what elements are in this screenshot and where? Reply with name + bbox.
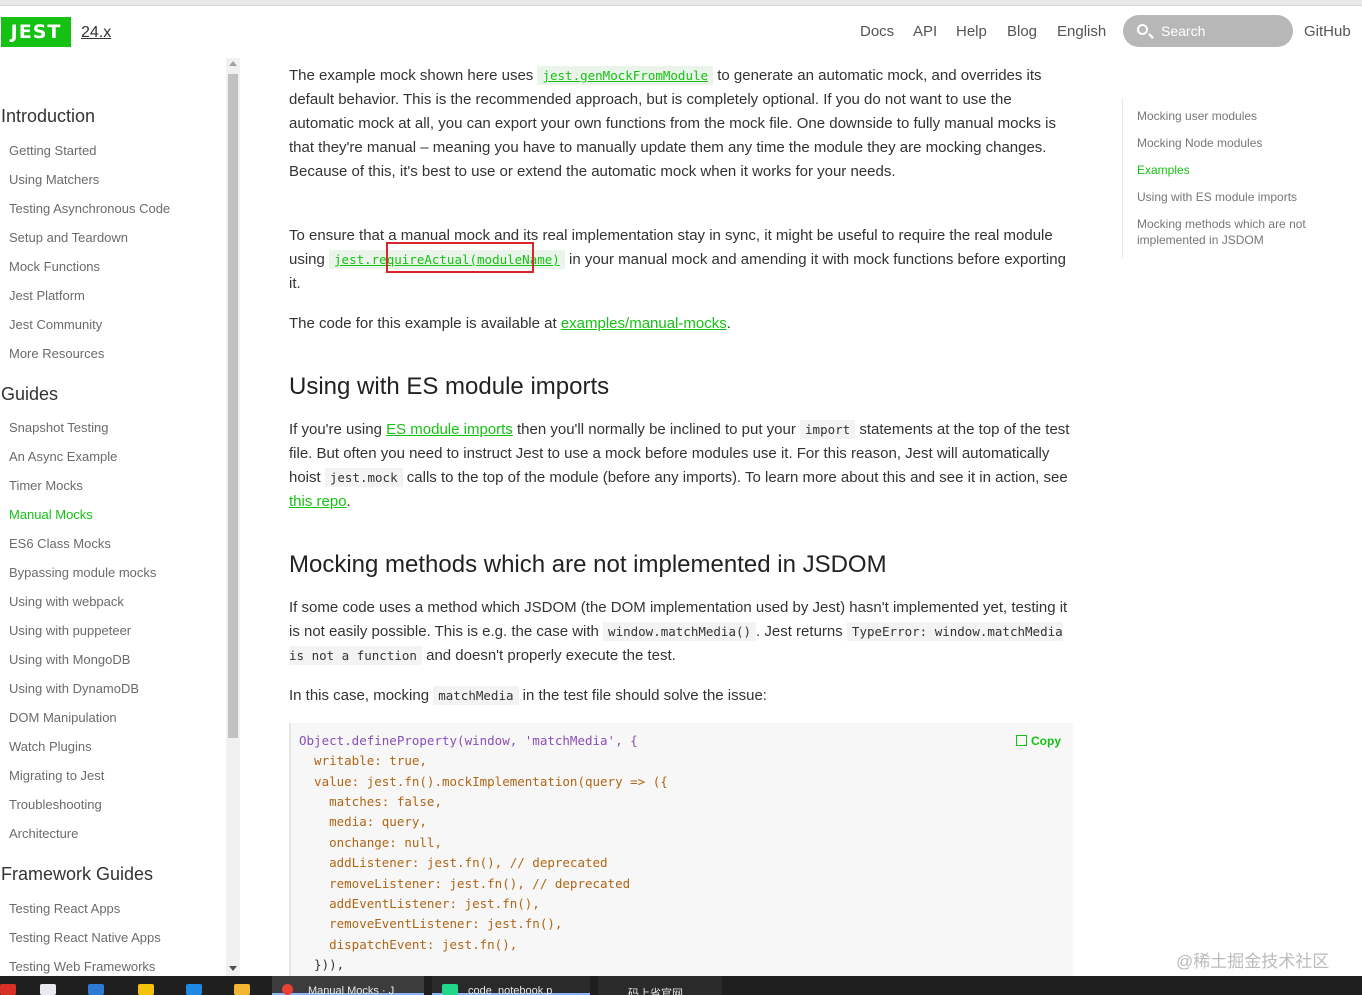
version-link[interactable]: 24.x <box>81 24 111 42</box>
sidebar-item[interactable]: ES6 Class Mocks <box>9 536 111 551</box>
toc-item[interactable]: Mocking methods which are not implemente… <box>1137 216 1327 248</box>
sidebar-item[interactable]: Jest Platform <box>9 288 85 303</box>
jest-logo[interactable]: JEST <box>1 17 71 47</box>
link-this-repo[interactable]: this repo <box>289 493 347 510</box>
sidebar-item[interactable]: More Resources <box>9 346 104 361</box>
toc-item[interactable]: Mocking user modules <box>1137 108 1327 124</box>
sidebar-item[interactable]: Using with MongoDB <box>9 652 130 667</box>
sidebar-item[interactable]: DOM Manipulation <box>9 710 117 725</box>
code-line: addListener: jest.fn(), // deprecated <box>299 855 608 870</box>
sidebar-category-framework-guides: Framework Guides <box>1 864 154 884</box>
code-jest-mock: jest.mock <box>324 468 403 487</box>
toc-item[interactable]: Mocking Node modules <box>1137 135 1327 151</box>
code-matchmedia-call: window.matchMedia() <box>603 622 757 641</box>
paragraph-jsdom: If some code uses a method which JSDOM (… <box>289 599 1068 665</box>
code-line: value: jest.fn().mockImplementation(quer… <box>299 774 668 789</box>
nav-api[interactable]: API <box>913 23 937 40</box>
search-input[interactable]: Search <box>1161 23 1205 39</box>
folder-icon[interactable] <box>234 984 250 995</box>
scroll-down-arrow-icon[interactable] <box>229 966 237 971</box>
code-line: Object.defineProperty(window, 'matchMedi… <box>299 733 638 748</box>
sidebar-item[interactable]: Migrating to Jest <box>9 768 104 783</box>
sidebar-item[interactable]: Using Matchers <box>9 172 99 187</box>
code-line: matches: false, <box>299 794 442 809</box>
sidebar-item[interactable]: Using with DynamoDB <box>9 681 139 696</box>
code-line: removeEventListener: jest.fn(), <box>299 916 563 931</box>
sidebar-item[interactable]: Watch Plugins <box>9 739 92 754</box>
link-examples-manual-mocks[interactable]: examples/manual-mocks <box>561 315 727 332</box>
code-line: removeListener: jest.fn(), // deprecated <box>299 876 631 891</box>
sidebar-item-active[interactable]: Manual Mocks <box>9 507 93 522</box>
sidebar-item[interactable]: Troubleshooting <box>9 797 102 812</box>
paragraph-example-location: The code for this example is available a… <box>289 315 731 332</box>
heading-jsdom: Mocking methods which are not implemente… <box>289 551 887 578</box>
code-matchmedia: matchMedia <box>433 686 519 705</box>
sidebar-item[interactable]: An Async Example <box>9 449 117 464</box>
sidebar-category-guides: Guides <box>1 384 59 404</box>
paragraph-automatic-mock: The example mock shown here uses jest.ge… <box>289 66 1057 180</box>
toc-item-active[interactable]: Examples <box>1137 162 1327 178</box>
nav-language[interactable]: English <box>1057 23 1106 40</box>
sidebar-item[interactable]: Architecture <box>9 826 78 841</box>
taskbar-task-browser[interactable]: Manual Mocks · J <box>272 976 424 995</box>
app-icon[interactable] <box>138 984 154 995</box>
app-icon[interactable] <box>40 984 56 995</box>
sidebar-item[interactable]: Testing React Native Apps <box>9 930 161 945</box>
code-line: writable: true, <box>299 753 427 768</box>
nav-github[interactable]: GitHub <box>1304 23 1351 40</box>
taskbar-task-editor[interactable]: code_notebook.p <box>432 976 590 995</box>
code-line: addEventListener: jest.fn(), <box>299 896 540 911</box>
webstorm-icon <box>442 984 458 995</box>
code-link-genmockfrommodule[interactable]: jest.genMockFromModule <box>537 66 714 85</box>
site-header: JEST 24.x Docs API Help Blog English Sea… <box>0 6 1362 58</box>
on-page-toc: Mocking user modules Mocking Node module… <box>1122 98 1342 258</box>
app-icon[interactable] <box>0 984 16 995</box>
code-line: dispatchEvent: jest.fn(), <box>299 937 518 952</box>
paragraph-mocking-matchmedia: In this case, mocking matchMedia in the … <box>289 686 767 705</box>
sidebar-item[interactable]: Testing Web Frameworks <box>9 959 155 974</box>
sidebar-item[interactable]: Mock Functions <box>9 259 100 274</box>
code-import: import <box>800 420 856 439</box>
paragraph-es-modules: If you're using ES module imports then y… <box>289 420 1070 510</box>
scroll-up-arrow-icon[interactable] <box>229 61 237 66</box>
sidebar-item[interactable]: Timer Mocks <box>9 478 83 493</box>
sidebar-category-introduction: Introduction <box>1 106 96 126</box>
nav-help[interactable]: Help <box>956 23 987 40</box>
nav-docs[interactable]: Docs <box>860 23 894 40</box>
nav-blog[interactable]: Blog <box>1007 23 1037 40</box>
chrome-icon <box>282 984 293 995</box>
code-block: Copy Object.defineProperty(window, 'matc… <box>289 723 1073 983</box>
sidebar-item[interactable]: Testing React Apps <box>9 901 120 916</box>
code-line: onchange: null, <box>299 835 442 850</box>
link-es-module-imports[interactable]: ES module imports <box>386 421 513 438</box>
sidebar-scrollbar[interactable] <box>226 58 240 976</box>
docs-sidebar: Introduction Getting Started Using Match… <box>0 58 240 976</box>
code-line: })), <box>299 957 345 972</box>
code-line: media: query, <box>299 814 427 829</box>
watermark: @稀土掘金技术社区 <box>1176 952 1330 971</box>
sidebar-item[interactable]: Snapshot Testing <box>9 420 109 435</box>
app-icon[interactable] <box>186 984 202 995</box>
sidebar-item[interactable]: Bypassing module mocks <box>9 565 156 580</box>
copy-icon <box>1016 735 1027 746</box>
sidebar-item[interactable]: Testing Asynchronous Code <box>9 201 170 216</box>
os-taskbar: Manual Mocks · J code_notebook.p 码上省官网 <box>0 976 1362 995</box>
copy-button[interactable]: Copy <box>1016 734 1061 748</box>
taskbar-task-site[interactable]: 码上省官网 <box>598 976 722 995</box>
heading-es-module-imports: Using with ES module imports <box>289 373 610 400</box>
sidebar-item[interactable]: Setup and Teardown <box>9 230 128 245</box>
search-icon <box>1137 24 1148 35</box>
sidebar-item[interactable]: Jest Community <box>9 317 102 332</box>
toc-item[interactable]: Using with ES module imports <box>1137 189 1327 205</box>
vscode-icon[interactable] <box>88 984 104 995</box>
sidebar-item[interactable]: Using with puppeteer <box>9 623 131 638</box>
highlight-annotation-box <box>386 242 534 273</box>
sidebar-item[interactable]: Using with webpack <box>9 594 124 609</box>
sidebar-item[interactable]: Getting Started <box>9 143 96 158</box>
search-box[interactable]: Search <box>1123 15 1293 47</box>
scroll-thumb[interactable] <box>228 74 238 738</box>
